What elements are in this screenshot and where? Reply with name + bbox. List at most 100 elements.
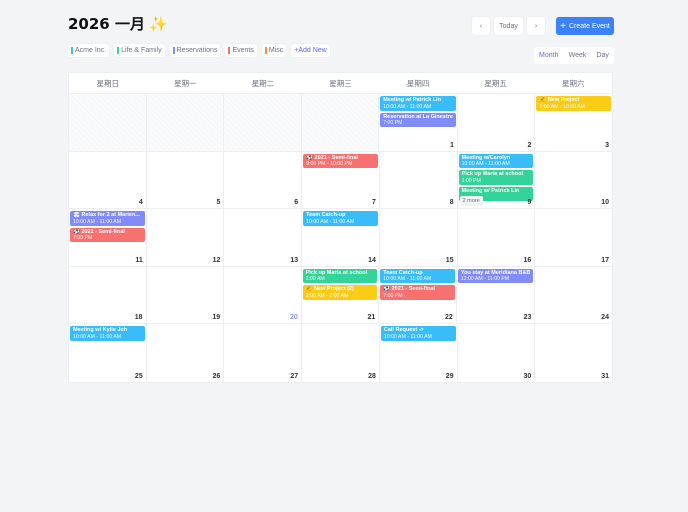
next-month-button[interactable]: › [527,17,545,35]
category-color-marker [117,47,120,54]
calendar-day[interactable]: Pick up Marta at school 2:00 AM ✍ New Proj… [302,266,380,324]
calendar-event[interactable]: Team Catch-up 10:00 AM - 11:00 AM [380,268,455,284]
calendar-event[interactable]: ✍ New Project 9:00 AM - 10:00 AM [536,96,611,111]
calendar-day[interactable]: You stay at Meridiana B&B 12:00 AM - 11:0… [457,266,536,324]
calendar-day[interactable]: 6 [224,151,303,209]
calendar-day[interactable]: 26 [147,324,225,382]
calendar-day[interactable]: 13 [224,209,303,266]
day-number: 12 [212,256,221,264]
day-number: 30 [523,372,532,380]
calendar-event[interactable]: ⚽ 2021 - Semi-final 7:00 PM [380,285,455,300]
calendar-event[interactable]: Call Request -> 10:00 AM - 11:00 AM [380,326,456,341]
event-time: 2:00 AM [305,276,325,283]
today-button[interactable]: Today [494,17,523,35]
calendar-day[interactable]: 10 [535,152,612,209]
calendar-event[interactable]: Reservation at La Ginestre 7:00 PM [380,112,456,127]
category-chip[interactable]: Reservations [169,44,221,57]
calendar-event[interactable]: Meeting w/Carolyn 10:00 AM - 11:00 AM [458,153,534,169]
calendar-day-outside [301,94,380,151]
calendar-event[interactable]: Pick up Marta at school 2:00 AM [302,268,378,284]
month-calendar: 星期日 星期一 星期二 星期三 星期四 星期五 星期六 Meeting w/ Patrick… [68,72,613,383]
calendar-day[interactable]: 30 [458,324,536,382]
day-number: 13 [290,256,299,264]
calendar-week: 🏖 Relax for 2 at Marien... 10:00 AM - 11:… [69,209,612,267]
calendar-event[interactable]: Team Catch-up 10:00 AM - 11:00 AM [303,211,378,226]
day-number: 31 [601,372,610,380]
calendar-day[interactable]: 17 [535,209,612,266]
category-color-marker [264,47,267,54]
calendar-day[interactable]: 19 [147,266,225,324]
calendar-event[interactable]: 🏖 Relax for 2 at Marien... 10:00 AM - 11:… [70,211,145,226]
calendar-day[interactable]: Meeting w/ Patrick Lin 10:00 AM - 11:00 A… [379,94,458,151]
view-tab-day[interactable]: Day [596,52,608,59]
calendar-day[interactable]: 15 [380,209,458,266]
calendar-event[interactable]: ⚽ 2021 - Semi-final 9:00 PM - 10:00 PM [303,153,378,169]
create-event-button[interactable]: + Create Event [556,17,614,35]
calendar-day[interactable]: 24 [535,267,612,324]
calendar-week: Meeting w/ Patrick Lin 10:00 AM - 11:00 A… [69,94,612,152]
calendar-event[interactable]: Pick up Marta at school 1:00 PM [458,170,534,185]
calendar-day[interactable]: 5 [147,151,225,209]
calendar-day[interactable]: 2 [458,94,536,151]
prev-month-button[interactable]: ‹ [472,17,490,35]
calendar-day[interactable]: 27 [224,324,303,382]
weekday-header: 星期日 星期一 星期二 星期三 星期四 星期五 星期六 [69,73,612,94]
sparkle-icon: ✨ [148,15,168,33]
category-color-marker [71,47,73,54]
category-chip[interactable]: Events [225,44,257,57]
calendar-day[interactable]: 4 [69,151,147,209]
month-title: 2026 一月 [68,15,145,33]
day-number: 29 [445,372,454,380]
calendar-day-outside [69,94,147,151]
view-tab-month[interactable]: Month [539,52,558,59]
day-number: 25 [134,372,143,380]
weekday-label: 星期一 [174,79,197,88]
day-number: 24 [601,314,609,322]
calendar-event[interactable]: Meeting w/ Patrick Lin 10:00 AM - 11:00 A… [380,96,456,111]
category-filters: Acme Inc. Life & Family Reservations Events… [68,44,330,57]
calendar-day[interactable]: Team Catch-up 10:00 AM - 11:00 AM ⚽ 2021 -… [379,266,457,324]
create-event-label: Create Event [568,22,610,30]
calendar-day[interactable]: 🏖 Relax for 2 at Marien... 10:00 AM - 11:… [69,209,147,266]
event-time: 10:00 AM - 11:00 AM [306,218,355,225]
calendar-day[interactable]: Meeting w/Carolyn 10:00 AM - 11:00 AM Pick… [458,151,536,209]
calendar-day[interactable]: 18 [69,266,147,324]
day-number: 7 [371,199,376,207]
calendar-day[interactable]: 12 [147,209,225,266]
calendar-week: 4 5 6 ⚽ 2021 - Semi-final 9:00 PM - 10:00 PM… [69,151,612,210]
calendar-day[interactable]: 16 [458,209,536,266]
calendar-day[interactable]: ⚽ 2021 - Semi-final 9:00 PM - 10:00 PM 7 [302,151,380,209]
calendar-day[interactable]: Team Catch-up 10:00 AM - 11:00 AM 14 [302,209,380,266]
day-number: 23 [523,314,532,322]
calendar-event[interactable]: ✍ New Project (2) 2:00 AM - 7:00 AM [302,285,378,300]
event-time: 10:00 AM - 11:00 AM [73,333,122,340]
add-category-button[interactable]: +Add New [291,44,330,57]
calendar-event[interactable]: Meeting w/ Kylie Joh 10:00 AM - 11:00 AM [70,326,145,341]
calendar-day[interactable]: 28 [302,324,380,382]
day-number: 2 [527,141,532,149]
day-number: 9 [527,199,532,207]
calendar-day[interactable]: Meeting w/ Kylie Joh 10:00 AM - 11:00 AM 2… [69,324,147,382]
category-chip[interactable]: Life & Family [114,44,165,57]
day-number: 11 [135,256,143,264]
event-time: 7:00 PM [383,292,403,299]
calendar-day[interactable]: 8 [380,151,458,209]
view-tab-week[interactable]: Week [569,52,587,59]
event-title: Meeting w/ Patrick Lin [461,187,520,194]
day-number: 6 [294,199,299,207]
calendar-day[interactable]: 20 [224,266,302,324]
weekday-label: 星期四 [406,79,430,88]
calendar-day[interactable]: ✍ New Project 9:00 AM - 10:00 AM 3 [535,94,612,151]
category-color-marker [172,47,175,54]
calendar-day[interactable]: 31 [535,324,612,382]
category-chip[interactable]: Misc [261,44,287,57]
calendar-event[interactable]: ⚽ 2021 - Semi-final 7:00 PM [70,227,145,243]
category-chip[interactable]: Acme Inc. [68,44,110,57]
day-number: 8 [449,199,454,207]
event-time: 10:00 AM - 11:00 AM [73,218,122,225]
more-events-link[interactable]: 2 more [459,196,483,207]
calendar-event[interactable]: You stay at Meridiana B&B 12:00 AM - 11:0… [457,268,534,284]
category-label: Life & Family [121,47,162,54]
event-time: 10:00 AM - 11:00 AM [461,161,510,168]
calendar-day[interactable]: Call Request -> 10:00 AM - 11:00 AM 29 [380,324,458,382]
